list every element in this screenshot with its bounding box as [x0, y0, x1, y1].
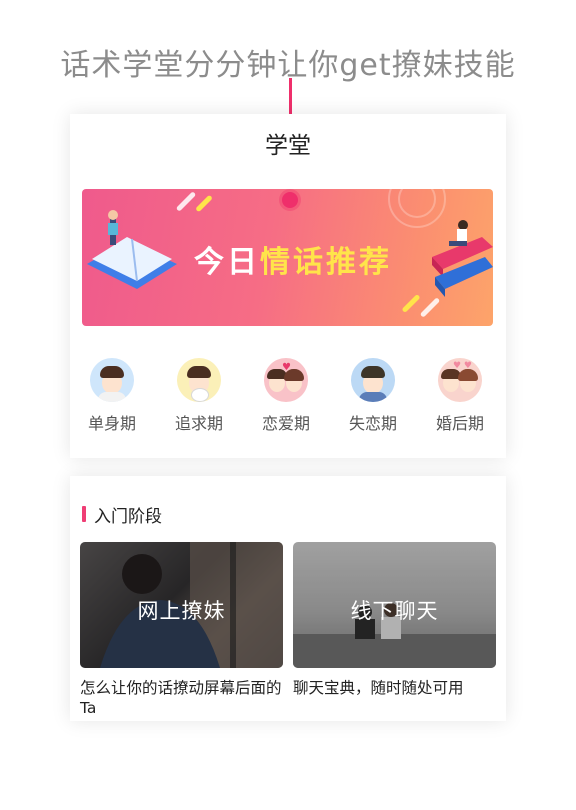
headline: 话术学堂分分钟让你get撩妹技能 — [60, 48, 516, 83]
category-pursuit[interactable]: 追求期 — [164, 358, 234, 434]
tile-label: 网上撩妹 — [137, 599, 226, 623]
course-description: 聊天宝典，随时随处可用 — [293, 679, 464, 697]
banner-title-highlight: 情话推荐 — [260, 245, 392, 280]
love-couple-icon: ♥ — [264, 358, 308, 402]
single-boy-icon — [90, 358, 134, 402]
stage-categories: 单身期 追求期 ♥ 恋爱期 失恋期 ♥ ♥ 婚后期 — [70, 358, 506, 438]
category-label: 失恋期 — [348, 414, 397, 433]
category-label: 婚后期 — [435, 414, 484, 433]
recommendation-banner[interactable]: 今日情话推荐 — [82, 189, 493, 326]
category-heartbreak[interactable]: 失恋期 — [338, 358, 408, 434]
page-title: 学堂 — [265, 133, 311, 159]
school-card: 学堂 今日情话推荐 单身期 追求期 ♥ 恋爱期 失恋期 ♥ ♥ 婚后期 — [70, 114, 506, 458]
annotation-pointer-dot — [282, 192, 298, 208]
course-tile-offline[interactable]: 线下聊天 — [293, 542, 496, 668]
category-love[interactable]: ♥ 恋爱期 — [251, 358, 321, 434]
decor-stripe — [195, 194, 213, 213]
intro-stage-card: 入门阶段 网上撩妹 怎么让你的话撩动屏幕后面的Ta 线下聊天 聊天宝典，随时随处… — [70, 476, 506, 721]
section-title: 入门阶段 — [94, 507, 162, 527]
banner-title-prefix: 今日 — [194, 245, 260, 280]
heartbroken-boy-icon — [351, 358, 395, 402]
pursuit-boy-flowers-icon — [177, 358, 221, 402]
category-label: 追求期 — [174, 414, 223, 433]
category-single[interactable]: 单身期 — [77, 358, 147, 434]
category-label: 单身期 — [87, 414, 136, 433]
category-married[interactable]: ♥ ♥ 婚后期 — [425, 358, 495, 434]
open-book-illustration — [87, 210, 177, 289]
course-tile-online[interactable]: 网上撩妹 — [80, 542, 283, 668]
banner-title: 今日情话推荐 — [194, 237, 392, 281]
section-accent-bar — [82, 506, 86, 522]
married-couple-icon: ♥ ♥ — [438, 358, 482, 402]
stacked-books-illustration — [432, 220, 493, 297]
decor-stripe — [401, 293, 421, 314]
tile-label: 线下聊天 — [350, 599, 439, 623]
category-label: 恋爱期 — [261, 414, 310, 433]
course-description: 怎么让你的话撩动屏幕后面的Ta — [80, 679, 282, 717]
